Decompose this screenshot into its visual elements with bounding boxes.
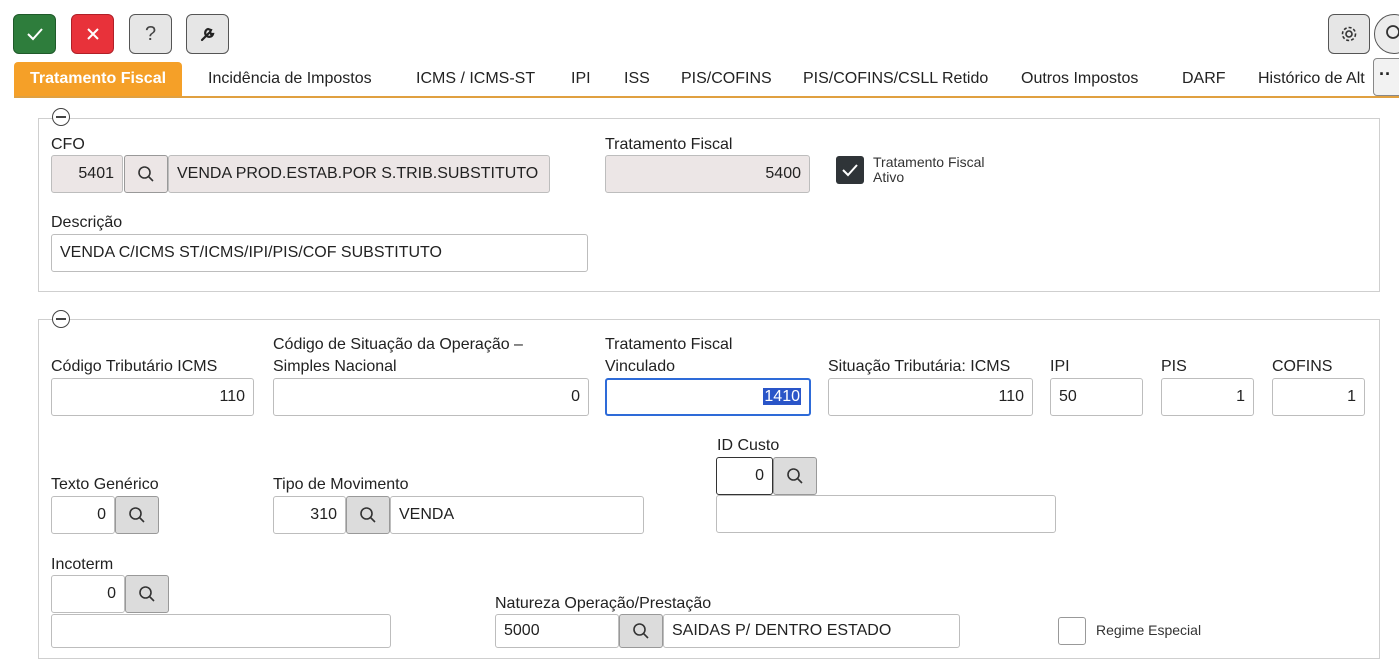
tab-underline <box>14 96 1399 98</box>
help-button[interactable]: ? <box>129 14 172 54</box>
natureza-field[interactable]: 5000 <box>495 614 619 648</box>
tipo-movimento-field[interactable]: 310 <box>273 496 346 534</box>
settings-button[interactable] <box>1328 14 1370 54</box>
id-custo-description-field[interactable] <box>716 495 1056 533</box>
check-icon <box>26 28 43 41</box>
cofins-field[interactable]: 1 <box>1272 378 1365 416</box>
collapse-icon[interactable] <box>52 108 70 126</box>
check-icon <box>842 164 858 177</box>
incoterm-label: Incoterm <box>51 556 114 573</box>
tratamento-fiscal-label: Tratamento Fiscal <box>605 136 733 153</box>
tipo-movimento-description-field[interactable]: VENDA <box>390 496 644 534</box>
incoterm-search-button[interactable] <box>125 575 169 613</box>
tab-pis-cofins-csll[interactable]: PIS/COFINS/CSLL Retido <box>803 62 988 96</box>
search-icon <box>139 586 155 602</box>
cancel-button[interactable] <box>71 14 114 54</box>
csosn-field[interactable]: 0 <box>273 378 589 416</box>
help-label: ? <box>144 22 157 45</box>
tab-incidencia-impostos[interactable]: Incidência de Impostos <box>208 62 372 96</box>
search-icon <box>1386 25 1399 39</box>
csosn-label-line2: Simples Nacional <box>273 358 397 375</box>
csosn-label-line1: Código de Situação da Operação – <box>273 336 523 353</box>
texto-generico-field[interactable]: 0 <box>51 496 115 534</box>
tab-icms[interactable]: ICMS / ICMS-ST <box>416 62 535 96</box>
tf-vinculado-label-line1: Tratamento Fiscal <box>605 336 733 353</box>
codigo-tributario-label: Código Tributário ICMS <box>51 358 218 375</box>
pis-label: PIS <box>1161 358 1187 375</box>
tf-vinculado-field[interactable]: 1410 <box>605 378 811 416</box>
search-icon <box>633 623 649 639</box>
id-custo-search-button[interactable] <box>773 457 817 495</box>
descricao-field[interactable]: VENDA C/ICMS ST/ICMS/IPI/PIS/COF SUBSTIT… <box>51 234 588 272</box>
texto-generico-search-button[interactable] <box>115 496 159 534</box>
id-custo-label: ID Custo <box>717 437 780 454</box>
selected-text: 1410 <box>763 388 801 405</box>
tab-darf[interactable]: DARF <box>1182 62 1226 96</box>
incoterm-description-field[interactable] <box>51 614 391 648</box>
cfo-search-button[interactable] <box>124 155 168 193</box>
tf-vinculado-label-line2: Vinculado <box>605 358 675 375</box>
cfo-description-field[interactable]: VENDA PROD.ESTAB.POR S.TRIB.SUBSTITUTO <box>168 155 550 193</box>
ipi-label: IPI <box>1050 358 1070 375</box>
regime-especial-label: Regime Especial <box>1096 622 1202 638</box>
descricao-label: Descrição <box>51 214 123 231</box>
collapse-icon[interactable] <box>52 310 70 328</box>
pis-field[interactable]: 1 <box>1161 378 1254 416</box>
wrench-icon <box>200 27 214 42</box>
search-button[interactable] <box>1374 14 1399 54</box>
natureza-label: Natureza Operação/Prestação <box>495 595 712 612</box>
search-icon <box>360 507 376 523</box>
tab-ipi[interactable]: IPI <box>571 62 591 96</box>
natureza-search-button[interactable] <box>619 614 663 648</box>
tab-outros-impostos[interactable]: Outros Impostos <box>1021 62 1138 96</box>
search-icon <box>129 507 145 523</box>
texto-generico-label: Texto Genérico <box>51 476 159 493</box>
search-icon <box>138 166 154 182</box>
tratamento-fiscal-field[interactable]: 5400 <box>605 155 810 193</box>
tab-iss[interactable]: ISS <box>624 62 650 96</box>
tab-pis-cofins[interactable]: PIS/COFINS <box>681 62 772 96</box>
cfo-code-field[interactable]: 5401 <box>51 155 123 193</box>
tab-historico[interactable]: Histórico de Alt <box>1258 62 1374 96</box>
confirm-button[interactable] <box>13 14 56 54</box>
tools-button[interactable] <box>186 14 229 54</box>
tipo-movimento-label: Tipo de Movimento <box>273 476 409 493</box>
ativo-label-line2: Ativo <box>873 169 905 185</box>
search-icon <box>787 468 803 484</box>
ativo-checkbox[interactable] <box>836 156 864 184</box>
tipo-movimento-search-button[interactable] <box>346 496 390 534</box>
incoterm-field[interactable]: 0 <box>51 575 125 613</box>
tab-tratamento-fiscal[interactable]: Tratamento Fiscal <box>14 62 183 96</box>
regime-especial-checkbox[interactable] <box>1058 617 1086 645</box>
cfo-label: CFO <box>51 136 85 153</box>
ativo-label-line1: Tratamento Fiscal <box>873 154 985 170</box>
cofins-label: COFINS <box>1272 358 1333 375</box>
id-custo-field[interactable]: 0 <box>716 457 773 495</box>
natureza-description-field[interactable]: SAIDAS P/ DENTRO ESTADO <box>663 614 960 648</box>
ipi-field[interactable]: 50 <box>1050 378 1143 416</box>
situacao-icms-label: Situação Tributária: ICMS <box>828 358 1011 375</box>
gear-icon <box>1341 26 1357 42</box>
situacao-icms-field[interactable]: 110 <box>828 378 1033 416</box>
close-icon <box>86 28 99 40</box>
more-tabs-button[interactable]: ·· <box>1373 58 1399 96</box>
codigo-tributario-field[interactable]: 110 <box>51 378 254 416</box>
